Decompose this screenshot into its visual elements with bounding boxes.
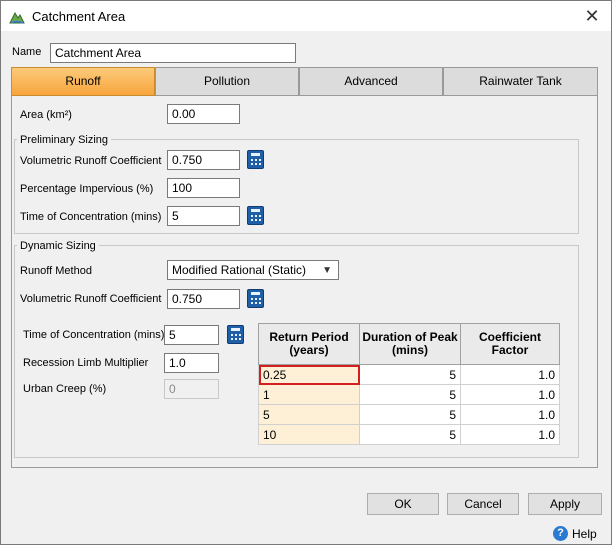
duration-cell[interactable]: 5 [359, 364, 461, 385]
help-link[interactable]: Help [572, 527, 597, 541]
coefficient-cell[interactable]: 1.0 [460, 384, 560, 405]
name-input[interactable]: Catchment Area [50, 43, 296, 63]
runoff-method-label: Runoff Method [20, 265, 92, 277]
window-title: Catchment Area [32, 9, 126, 24]
table-row: 10 5 1.0 [258, 424, 560, 445]
tab-bar: Runoff Pollution Advanced Rainwater Tank [11, 67, 598, 96]
recession-limb-input[interactable]: 1.0 [164, 353, 219, 373]
prelim-tc-input[interactable]: 5 [167, 206, 240, 226]
dynamic-sizing-title: Dynamic Sizing [17, 240, 99, 252]
coefficient-cell[interactable]: 1.0 [460, 404, 560, 425]
coefficient-cell[interactable]: 1.0 [460, 424, 560, 445]
tab-advanced[interactable]: Advanced [299, 67, 443, 96]
dynamic-tc-input[interactable]: 5 [164, 325, 219, 345]
area-input[interactable]: 0.00 [167, 104, 240, 124]
return-period-table: Return Period (years) Duration of Peak (… [258, 323, 560, 445]
dynamic-vrc-input[interactable]: 0.750 [167, 289, 240, 309]
calculator-icon[interactable] [247, 150, 264, 169]
prelim-pi-input[interactable]: 100 [167, 178, 240, 198]
calculator-icon[interactable] [227, 325, 244, 344]
recession-limb-label: Recession Limb Multiplier [23, 357, 149, 369]
name-label: Name [12, 46, 42, 58]
duration-cell[interactable]: 5 [359, 424, 461, 445]
urban-creep-input: 0 [164, 379, 219, 399]
return-period-cell[interactable]: 5 [258, 404, 360, 425]
runoff-method-select[interactable]: Modified Rational (Static) ▼ [167, 260, 339, 280]
header-duration-of-peak[interactable]: Duration of Peak (mins) [359, 323, 461, 365]
apply-button[interactable]: Apply [528, 493, 602, 515]
urban-creep-label: Urban Creep (%) [23, 383, 107, 395]
dynamic-vrc-label: Volumetric Runoff Coefficient [20, 293, 162, 305]
prelim-pi-label: Percentage Impervious (%) [20, 183, 154, 195]
table-row: 1 5 1.0 [258, 384, 560, 405]
duration-cell[interactable]: 5 [359, 404, 461, 425]
prelim-vrc-label: Volumetric Runoff Coefficient [20, 155, 162, 167]
preliminary-sizing-title: Preliminary Sizing [17, 134, 112, 146]
tab-rainwater-tank[interactable]: Rainwater Tank [443, 67, 598, 96]
return-period-cell[interactable]: 1 [258, 384, 360, 405]
calculator-icon[interactable] [247, 206, 264, 225]
prelim-vrc-input[interactable]: 0.750 [167, 150, 240, 170]
tab-runoff[interactable]: Runoff [11, 67, 155, 96]
chevron-down-icon: ▼ [322, 265, 332, 276]
help-icon[interactable]: ? [553, 526, 568, 541]
return-period-cell[interactable]: 10 [258, 424, 360, 445]
calculator-icon[interactable] [247, 289, 264, 308]
runoff-method-value: Modified Rational (Static) [172, 263, 307, 277]
table-row: 5 5 1.0 [258, 404, 560, 425]
dynamic-tc-label: Time of Concentration (mins) [23, 329, 165, 341]
tab-pollution[interactable]: Pollution [155, 67, 299, 96]
prelim-tc-label: Time of Concentration (mins) [20, 211, 162, 223]
area-label: Area (km²) [20, 109, 72, 121]
return-period-cell[interactable]: 0.25 [258, 364, 360, 385]
coefficient-cell[interactable]: 1.0 [460, 364, 560, 385]
cancel-button[interactable]: Cancel [447, 493, 519, 515]
header-return-period[interactable]: Return Period (years) [258, 323, 360, 365]
header-coefficient-factor[interactable]: Coefficient Factor [460, 323, 560, 365]
close-button[interactable]: ✕ [581, 5, 603, 27]
duration-cell[interactable]: 5 [359, 384, 461, 405]
title-bar: Catchment Area ✕ [1, 1, 611, 31]
ok-button[interactable]: OK [367, 493, 439, 515]
table-row: 0.25 5 1.0 [258, 364, 560, 385]
catchment-icon [9, 11, 25, 24]
